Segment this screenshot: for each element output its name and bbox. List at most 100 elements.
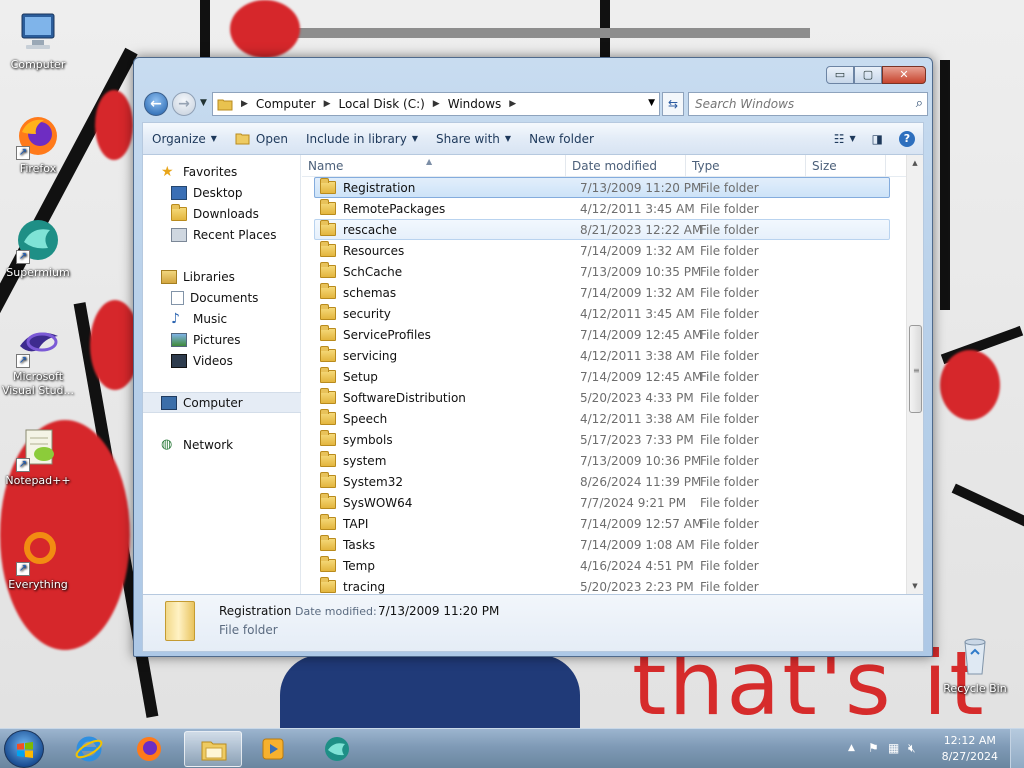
search-box[interactable]: ⌕ <box>688 92 928 116</box>
open-button[interactable]: Open <box>226 123 297 154</box>
change-view-button[interactable]: ☷ ▼ <box>826 123 864 154</box>
documents-icon <box>171 290 184 305</box>
network-icon: ◍ <box>161 436 173 452</box>
file-row[interactable]: RemotePackages 4/12/2011 3:45 AM File fold… <box>314 198 890 219</box>
desktop-icon-visual-studio[interactable]: ↗ Microsoft Visual Stud... <box>0 320 76 398</box>
file-date-modified: 4/16/2024 4:51 PM <box>580 558 694 573</box>
nav-desktop-label: Desktop <box>193 185 243 200</box>
address-bar[interactable]: ▶ Computer ▶ Local Disk (C:) ▶ Windows ▶… <box>212 92 660 116</box>
file-row[interactable]: system 7/13/2009 10:36 PM File folder <box>314 450 890 471</box>
folder-icon <box>320 346 336 362</box>
preview-pane-button[interactable]: ◨ <box>864 123 891 154</box>
column-size[interactable]: Size <box>806 155 886 177</box>
minimize-button[interactable]: ▭ <box>826 66 854 84</box>
show-desktop-button[interactable] <box>1010 729 1024 768</box>
start-button[interactable] <box>4 730 44 768</box>
nav-favorites[interactable]: ★ Favorites <box>143 161 301 182</box>
address-dropdown-icon[interactable]: ▼ <box>648 98 655 108</box>
computer-icon <box>161 395 177 410</box>
volume-muted-icon[interactable]: 🔇︎ <box>908 741 916 756</box>
desktop-icon-recycle-bin[interactable]: Recycle Bin <box>937 632 1013 696</box>
desktop-icon-supermium[interactable]: ↗ Supermium <box>0 216 76 280</box>
breadcrumb-separator-icon[interactable]: ▶ <box>241 99 248 109</box>
breadcrumb-separator-icon[interactable]: ▶ <box>509 99 516 109</box>
breadcrumb-local-disk[interactable]: Local Disk (C:) <box>339 97 425 111</box>
taskbar-windows-explorer[interactable] <box>184 731 242 767</box>
scroll-down-icon[interactable]: ▼ <box>907 578 923 594</box>
desktop-icon-notepadpp[interactable]: ↗ Notepad++ <box>0 424 76 488</box>
scrollbar-thumb[interactable]: ≡ <box>909 325 922 413</box>
nav-recent-places[interactable]: Recent Places <box>143 224 301 245</box>
file-row[interactable]: Resources 7/14/2009 1:32 AM File folder <box>314 240 890 261</box>
forward-button[interactable]: → <box>172 92 196 116</box>
file-row[interactable]: System32 8/26/2024 11:39 PM File folder <box>314 471 890 492</box>
include-in-library-button[interactable]: Include in library ▼ <box>297 123 427 154</box>
action-center-flag-icon[interactable]: ⚑ <box>868 741 879 755</box>
file-row[interactable]: SchCache 7/13/2009 10:35 PM File folder <box>314 261 890 282</box>
file-row[interactable]: SysWOW64 7/7/2024 9:21 PM File folder <box>314 492 890 513</box>
back-button[interactable]: ← <box>144 92 168 116</box>
file-row[interactable]: symbols 5/17/2023 7:33 PM File folder <box>314 429 890 450</box>
nav-pictures[interactable]: Pictures <box>143 329 301 350</box>
file-row[interactable]: ServiceProfiles 7/14/2009 12:45 AM File fo… <box>314 324 890 345</box>
recent-pages-dropdown[interactable]: ▼ <box>200 98 207 108</box>
file-row[interactable]: security 4/12/2011 3:45 AM File folder <box>314 303 890 324</box>
include-in-library-label: Include in library <box>305 131 407 146</box>
folder-icon <box>320 241 336 257</box>
taskbar-internet-explorer[interactable] <box>62 731 116 767</box>
open-folder-icon <box>235 133 250 145</box>
breadcrumb-separator-icon[interactable]: ▶ <box>433 99 440 109</box>
column-date-modified[interactable]: Date modified <box>566 155 686 177</box>
search-icon[interactable]: ⌕ <box>916 96 923 111</box>
grip-icon: ≡ <box>913 366 920 375</box>
nav-network[interactable]: ◍ Network <box>143 434 301 455</box>
file-name: Tasks <box>343 537 376 552</box>
nav-downloads[interactable]: Downloads <box>143 203 301 224</box>
taskbar-media-player[interactable] <box>246 731 300 767</box>
search-input[interactable] <box>695 97 895 111</box>
file-name: system <box>343 453 387 468</box>
nav-videos[interactable]: Videos <box>143 350 301 371</box>
file-date-modified: 4/12/2011 3:45 AM <box>580 201 695 216</box>
nav-music[interactable]: ♪ Music <box>143 308 301 329</box>
folder-icon <box>320 514 336 530</box>
new-folder-button[interactable]: New folder <box>520 123 603 154</box>
file-row[interactable]: Setup 7/14/2009 12:45 AM File folder <box>314 366 890 387</box>
help-button[interactable]: ? <box>891 123 923 154</box>
breadcrumb-windows[interactable]: Windows <box>448 97 502 111</box>
organize-button[interactable]: Organize ▼ <box>143 123 226 154</box>
file-row[interactable]: servicing 4/12/2011 3:38 AM File folder <box>314 345 890 366</box>
share-with-button[interactable]: Share with ▼ <box>427 123 520 154</box>
nav-desktop[interactable]: Desktop <box>143 182 301 203</box>
file-row[interactable]: rescache 8/21/2023 12:22 AM File folder <box>314 219 890 240</box>
file-row[interactable]: TAPI 7/14/2009 12:57 AM File folder <box>314 513 890 534</box>
file-row[interactable]: SoftwareDistribution 5/20/2023 4:33 PM Fil… <box>314 387 890 408</box>
nav-documents[interactable]: Documents <box>143 287 301 308</box>
file-row[interactable]: tracing 5/20/2023 2:23 PM File folder <box>314 576 890 594</box>
column-type[interactable]: Type <box>686 155 806 177</box>
file-row[interactable]: Temp 4/16/2024 4:51 PM File folder <box>314 555 890 576</box>
taskbar-supermium[interactable] <box>310 731 364 767</box>
desktop-icon-everything[interactable]: ↗ Everything <box>0 528 76 592</box>
maximize-button[interactable]: ▢ <box>854 66 882 84</box>
vertical-scrollbar[interactable]: ▲ ≡ ▼ <box>906 155 923 594</box>
scroll-up-icon[interactable]: ▲ <box>907 155 923 171</box>
nav-computer[interactable]: Computer <box>143 392 301 413</box>
nav-libraries[interactable]: Libraries <box>143 266 301 287</box>
desktop-icon-computer[interactable]: Computer <box>0 8 76 72</box>
file-row[interactable]: Speech 4/12/2011 3:38 AM File folder <box>314 408 890 429</box>
forward-arrow-icon: → <box>178 96 190 112</box>
show-hidden-icons-icon[interactable]: ▲ <box>848 743 855 753</box>
clock[interactable]: 12:12 AM 8/27/2024 <box>942 733 998 765</box>
taskbar-firefox[interactable] <box>122 731 176 767</box>
desktop-icon-firefox[interactable]: ↗ Firefox <box>0 112 76 176</box>
file-row[interactable]: Tasks 7/14/2009 1:08 AM File folder <box>314 534 890 555</box>
file-row[interactable]: Registration 7/13/2009 11:20 PM File folde… <box>314 177 890 198</box>
column-name[interactable]: Name ▲ <box>302 155 566 177</box>
network-status-icon[interactable]: ▦ <box>888 741 899 755</box>
close-button[interactable]: ✕ <box>882 66 926 84</box>
breadcrumb-computer[interactable]: Computer <box>256 97 316 111</box>
file-row[interactable]: schemas 7/14/2009 1:32 AM File folder <box>314 282 890 303</box>
refresh-button[interactable]: ⇆ <box>662 92 684 116</box>
breadcrumb-separator-icon[interactable]: ▶ <box>324 99 331 109</box>
